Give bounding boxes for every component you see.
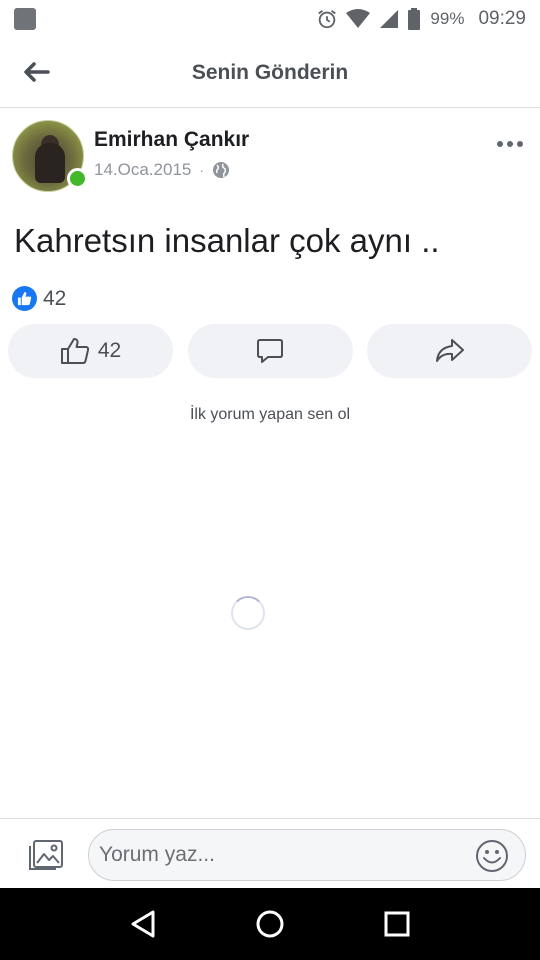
like-count: 42 [97,339,122,362]
no-comments-text: İlk yorum yapan sen ol [189,406,351,423]
status-icons: 99% 09:29 [316,8,526,30]
meta-separator: · [199,162,205,178]
status-bar: 99% 09:29 [0,0,540,38]
add-photo-button[interactable] [28,839,64,871]
globe-icon [213,162,230,178]
loading-spinner-icon [231,596,265,630]
emoji-icon [476,840,508,872]
like-button[interactable]: 42 [8,324,173,378]
page-title: Senin Gönderin [191,60,349,84]
comment-composer [0,818,540,888]
back-button[interactable] [20,58,52,86]
comment-icon [257,339,283,363]
more-dot-icon [497,141,503,147]
share-icon [435,339,464,362]
post-actions: 42 [8,324,532,378]
battery-icon [408,8,421,30]
post-screen: 99% 09:29 Senin Gönderin Emirhan Çankır … [0,0,540,960]
comment-field-wrapper [88,829,526,881]
online-indicator [67,168,88,189]
square-recents-icon [384,911,410,937]
thumbs-up-icon [60,338,89,364]
post-meta: 14.Oca.2015 · [94,160,230,180]
clock: 09:29 [478,8,526,29]
nav-recents-button[interactable] [377,904,417,944]
signal-icon [380,10,399,28]
alarm-icon [318,10,337,29]
arrow-left-icon [24,62,50,82]
more-options-button[interactable] [494,134,526,154]
reaction-count: 42 [43,286,67,310]
triangle-back-icon [131,910,155,938]
author-name[interactable]: Emirhan Çankır [94,128,249,152]
photo-icon [29,840,63,870]
battery-percentage: 99% [430,9,465,28]
post-date[interactable]: 14.Oca.2015 [94,160,191,180]
top-header: Senin Gönderin [0,38,540,108]
wifi-icon [346,9,371,28]
notification-icon [14,8,36,30]
more-dot-icon [507,141,513,147]
system-nav-bar [0,888,540,960]
post-text: Kahretsın insanlar çok aynı .. [14,222,440,259]
emoji-button[interactable] [475,839,509,873]
circle-home-icon [256,910,284,938]
nav-home-button[interactable] [250,904,290,944]
more-dot-icon [517,141,523,147]
reactions-summary[interactable]: 42 [12,286,66,311]
share-button[interactable] [367,324,532,378]
comment-button[interactable] [187,324,353,378]
like-reaction-icon [12,286,37,311]
comment-input[interactable] [99,838,459,872]
post-header: Emirhan Çankır 14.Oca.2015 · [12,120,528,196]
nav-back-button[interactable] [123,904,163,944]
